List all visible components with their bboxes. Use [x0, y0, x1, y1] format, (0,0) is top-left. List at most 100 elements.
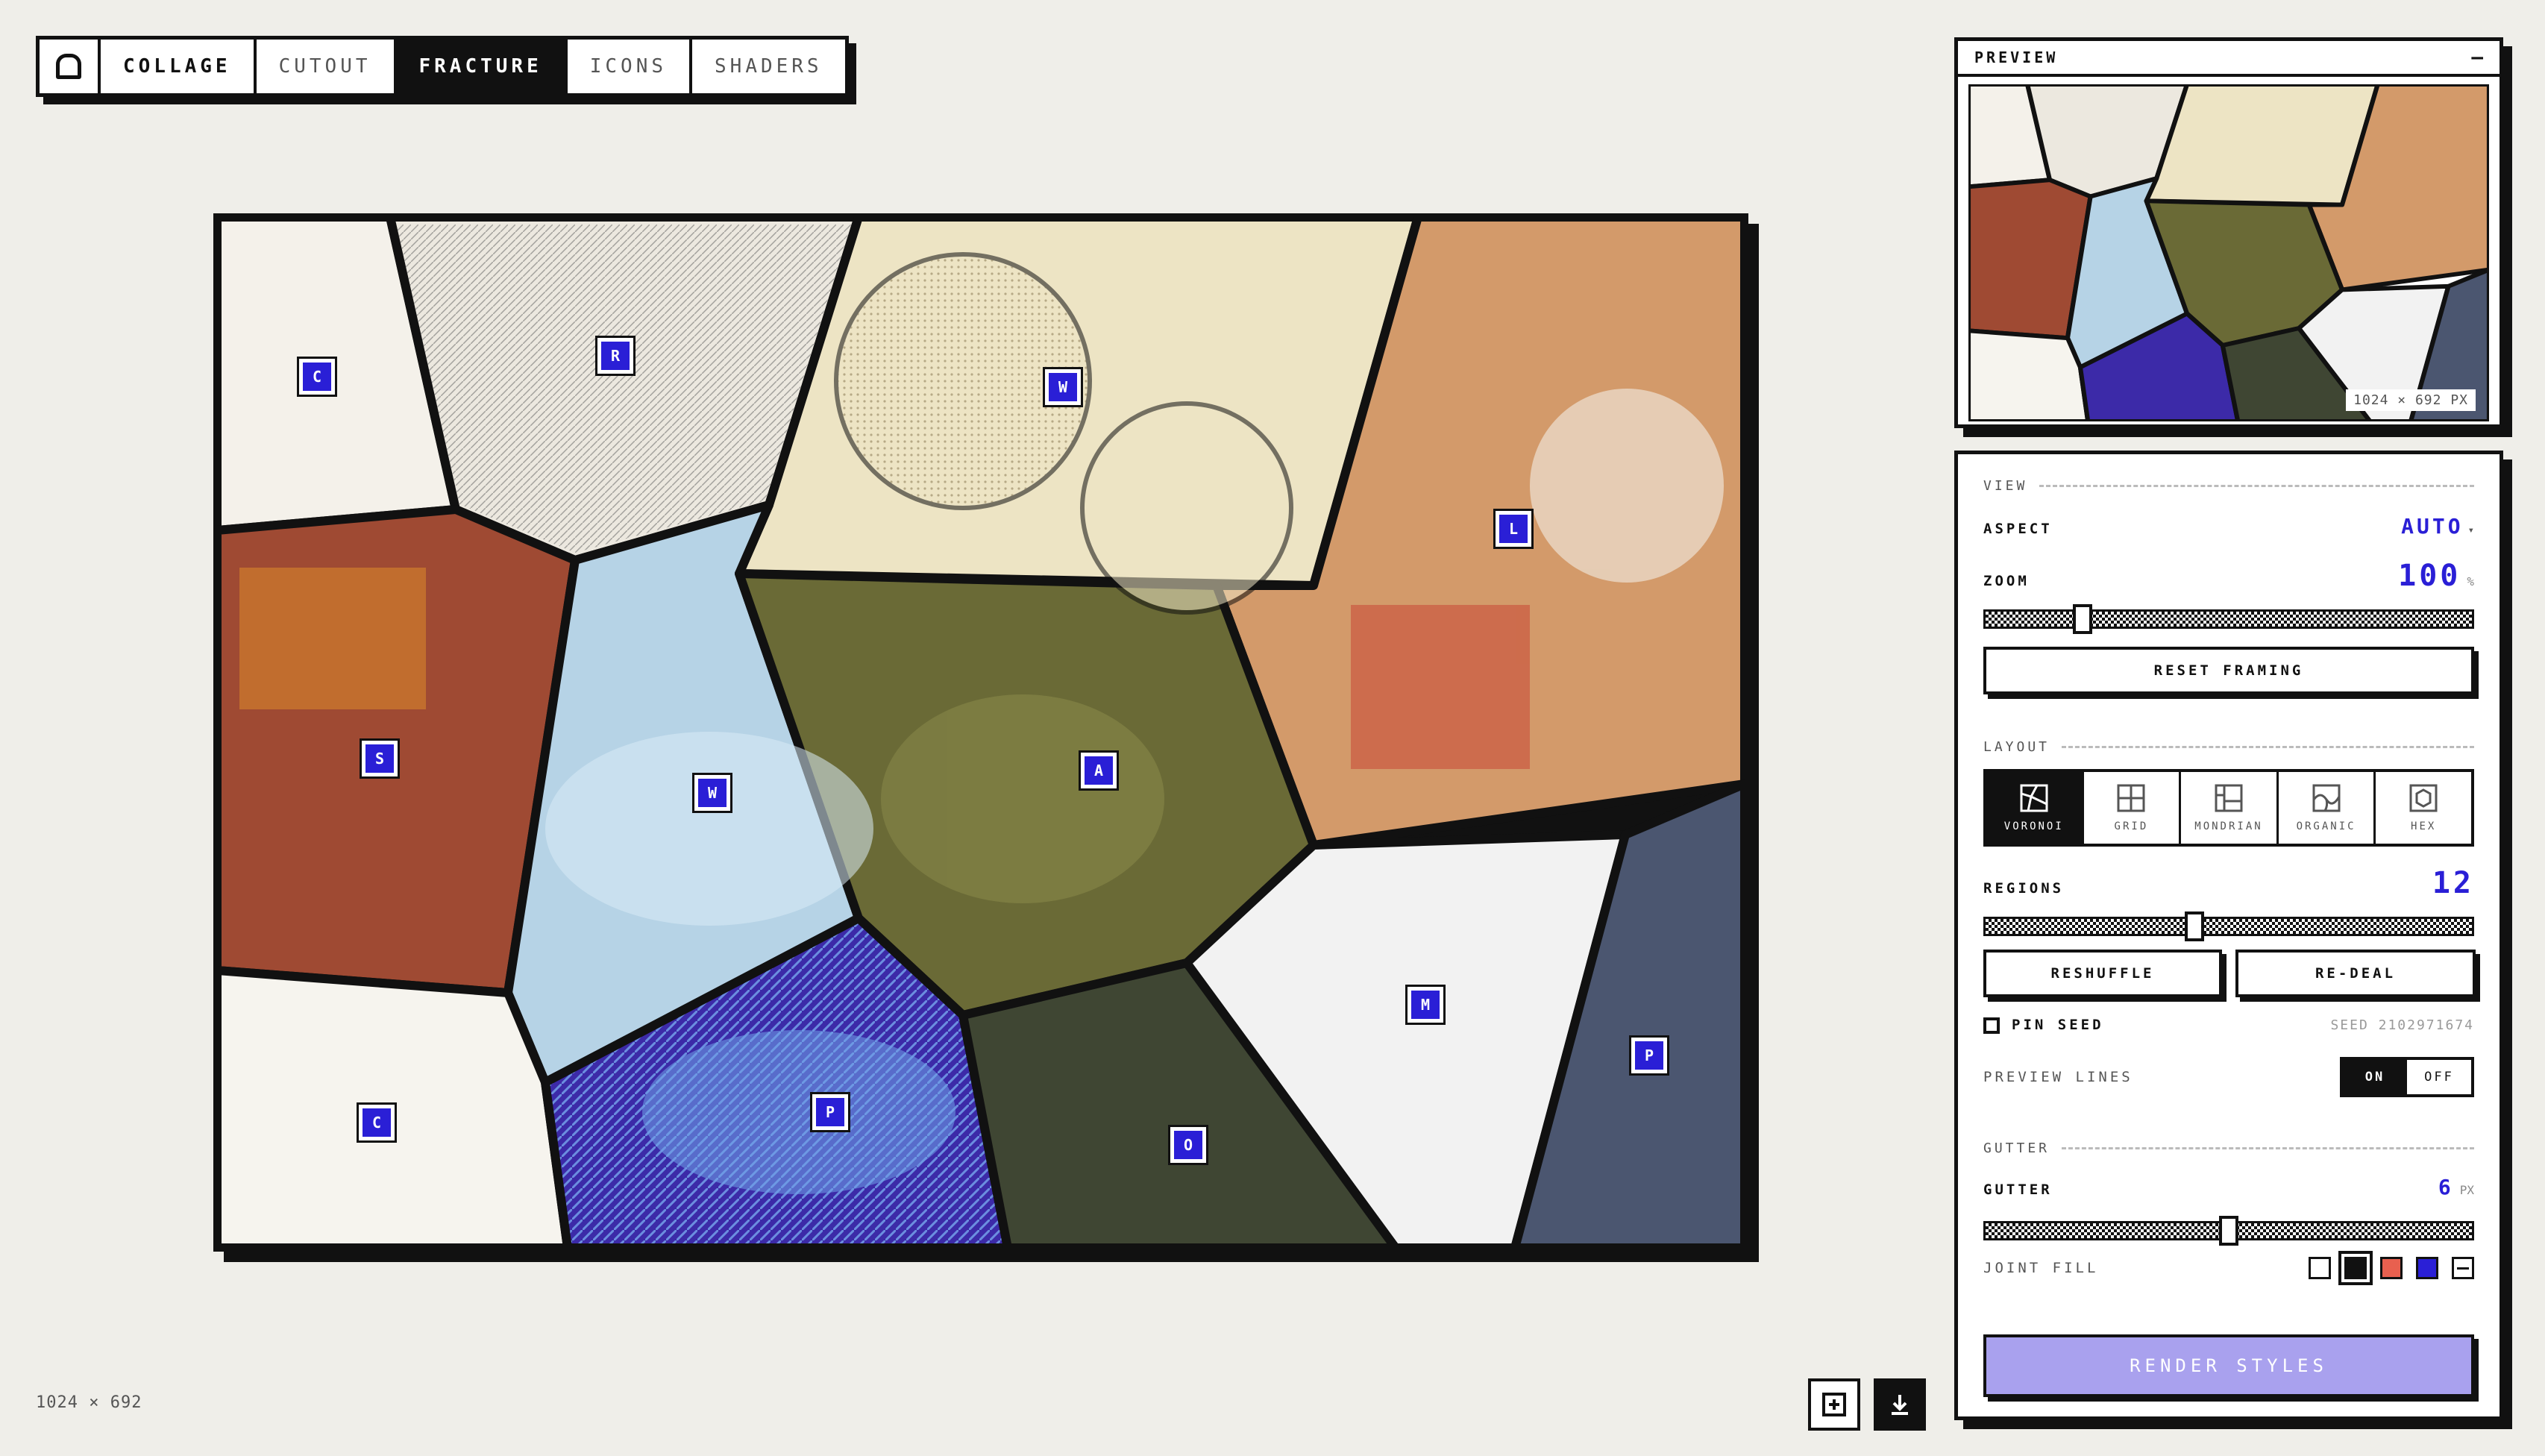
layout-option-hex[interactable]: HEX [2376, 772, 2471, 844]
joint-fill-swatches [2309, 1251, 2474, 1285]
layout-option-label: VORONOI [2003, 820, 2064, 832]
section-divider [2062, 746, 2474, 748]
pin-seed-row: PIN SEED SEED 2102971674 [1983, 1017, 2474, 1034]
zoom-unit: % [2467, 574, 2474, 589]
layout-option-label: MONDRIAN [2194, 820, 2263, 832]
region-badge[interactable]: M [1405, 985, 1446, 1025]
grid-icon [2117, 784, 2145, 812]
swatch-black[interactable] [2338, 1251, 2373, 1285]
download-icon [1892, 1395, 1908, 1415]
preview-title: PREVIEW [1974, 48, 2059, 66]
redeal-button[interactable]: RE-DEAL [2235, 950, 2476, 997]
layout-selector: VORONOI GRID MONDRIAN ORGANIC HEX [1983, 769, 2474, 847]
gutter-value: 6 [2438, 1175, 2454, 1199]
pin-seed-checkbox[interactable] [1983, 1017, 2000, 1034]
tab-icons[interactable]: ICONS [568, 40, 693, 93]
region-badge[interactable]: P [810, 1092, 850, 1132]
region-badge[interactable]: C [357, 1102, 397, 1143]
voronoi-icon [2020, 784, 2048, 812]
aspect-dropdown[interactable]: AUTO ▾ [2401, 514, 2474, 539]
reset-framing-button[interactable]: RESET FRAMING [1983, 647, 2474, 694]
zoom-slider[interactable] [1983, 604, 2474, 634]
layout-option-mondrian[interactable]: MONDRIAN [2181, 772, 2279, 844]
preview-lines-row: PREVIEW LINES ON OFF [1983, 1057, 2474, 1097]
preview-lines-on[interactable]: ON [2343, 1060, 2407, 1094]
region-badge[interactable]: L [1493, 509, 1534, 549]
minimize-button[interactable]: – [2471, 46, 2483, 69]
layout-option-label: HEX [2411, 820, 2437, 832]
joint-fill-label: JOINT FILL [1983, 1260, 2099, 1276]
chevron-down-icon: ▾ [2467, 524, 2474, 536]
section-label: VIEW [1983, 478, 2028, 494]
region-badge[interactable]: W [1043, 367, 1083, 407]
fracture-collage-image [217, 217, 1745, 1248]
region-badge[interactable]: R [595, 336, 636, 376]
preview-lines-off[interactable]: OFF [2407, 1060, 2471, 1094]
preview-thumbnail: 1024 × 692 PX [1968, 84, 2489, 421]
layout-option-organic[interactable]: ORGANIC [2279, 772, 2376, 844]
download-button[interactable] [1874, 1378, 1926, 1431]
preview-dimensions: 1024 × 692 PX [2346, 389, 2476, 411]
zoom-row: ZOOM 100% [1983, 559, 2474, 593]
gutter-label: GUTTER [1983, 1182, 2053, 1198]
layout-option-label: GRID [2114, 820, 2149, 832]
gutter-slider-knob[interactable] [2219, 1216, 2238, 1246]
aspect-label: ASPECT [1983, 521, 2053, 537]
preview-header: PREVIEW – [1958, 41, 2500, 77]
regions-label: REGIONS [1983, 880, 2065, 897]
zoom-slider-knob[interactable] [2073, 604, 2093, 634]
layout-option-label: ORGANIC [2296, 820, 2356, 832]
region-badge[interactable]: A [1079, 750, 1119, 791]
region-badge[interactable]: P [1629, 1035, 1669, 1076]
add-frame-icon [1822, 1393, 1846, 1416]
tab-fracture[interactable]: FRACTURE [396, 40, 568, 93]
tab-cutout[interactable]: CUTOUT [257, 40, 397, 93]
layout-option-grid[interactable]: GRID [2084, 772, 2182, 844]
zoom-label: ZOOM [1983, 573, 2030, 589]
view-section-header: VIEW [1983, 478, 2474, 494]
swatch-coral[interactable] [2380, 1257, 2403, 1279]
region-badge[interactable]: O [1168, 1125, 1208, 1165]
gutter-unit: PX [2459, 1183, 2474, 1197]
controls-panel: VIEW ASPECT AUTO ▾ ZOOM 100% RESET FRAMIN… [1954, 451, 2503, 1420]
region-badge[interactable]: W [692, 773, 732, 813]
home-logo-button[interactable] [40, 40, 101, 93]
joint-fill-row: JOINT FILL [1983, 1251, 2474, 1285]
regions-slider[interactable] [1983, 911, 2474, 941]
seed-value: SEED 2102971674 [2330, 1017, 2474, 1033]
preview-lines-toggle: ON OFF [2340, 1057, 2474, 1097]
layout-option-voronoi[interactable]: VORONOI [1986, 772, 2084, 844]
collage-canvas[interactable]: C R W L S W A M P C P O [213, 213, 1748, 1252]
preview-panel: PREVIEW – 1024 × 692 PX [1954, 37, 2503, 428]
render-styles-button[interactable]: RENDER STYLES [1983, 1334, 2474, 1397]
regions-value: 12 [2432, 866, 2474, 900]
tab-shaders[interactable]: SHADERS [692, 40, 845, 93]
add-frame-button[interactable] [1808, 1378, 1860, 1431]
gutter-section-header: GUTTER [1983, 1140, 2474, 1156]
swatch-white[interactable] [2309, 1257, 2331, 1279]
gutter-row: GUTTER 6 PX [1983, 1175, 2474, 1199]
pin-seed-control[interactable]: PIN SEED [1983, 1017, 2104, 1034]
regions-row: REGIONS 12 [1983, 866, 2474, 900]
section-divider [2062, 1147, 2474, 1149]
regions-slider-knob[interactable] [2185, 911, 2205, 941]
section-label: GUTTER [1983, 1140, 2050, 1156]
preview-collage-image [1968, 84, 2489, 421]
region-badge[interactable]: S [360, 738, 400, 779]
swatch-none[interactable] [2452, 1257, 2474, 1279]
swatch-blue[interactable] [2416, 1257, 2438, 1279]
mondrian-icon [2215, 784, 2243, 812]
gutter-slider[interactable] [1983, 1216, 2474, 1246]
region-badge[interactable]: C [297, 357, 337, 397]
hex-icon [2409, 784, 2438, 812]
aspect-value: AUTO [2401, 514, 2464, 539]
section-divider [2039, 485, 2474, 487]
section-label: LAYOUT [1983, 739, 2050, 755]
zoom-value: 100 [2398, 559, 2461, 593]
layout-section-header: LAYOUT [1983, 739, 2474, 755]
reshuffle-button[interactable]: RESHUFFLE [1983, 950, 2222, 997]
pin-seed-label: PIN SEED [2012, 1017, 2104, 1033]
tab-collage[interactable]: COLLAGE [101, 40, 257, 93]
aspect-row: ASPECT AUTO ▾ [1983, 514, 2474, 539]
canvas-dimensions: 1024 × 692 [36, 1393, 142, 1412]
